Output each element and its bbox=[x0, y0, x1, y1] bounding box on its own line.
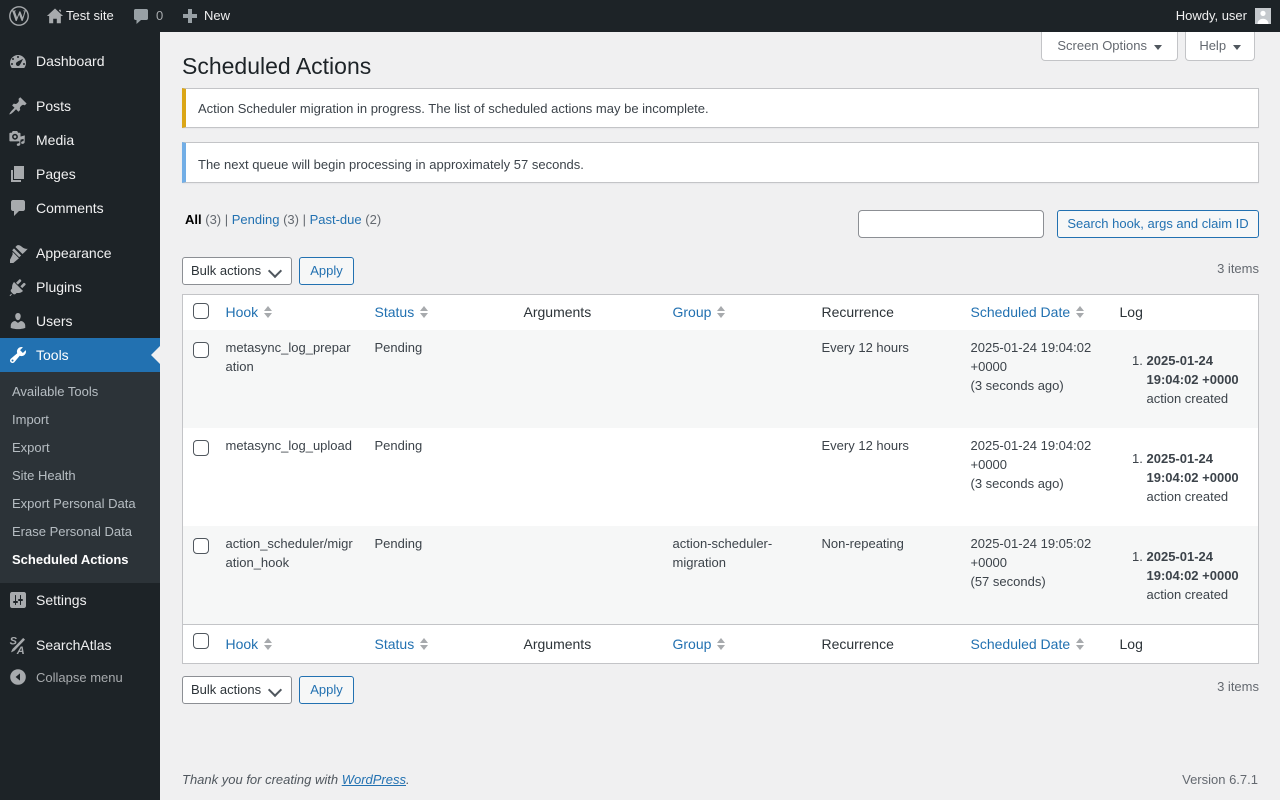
svg-text:W: W bbox=[11, 8, 27, 25]
svg-text:A: A bbox=[16, 645, 25, 655]
